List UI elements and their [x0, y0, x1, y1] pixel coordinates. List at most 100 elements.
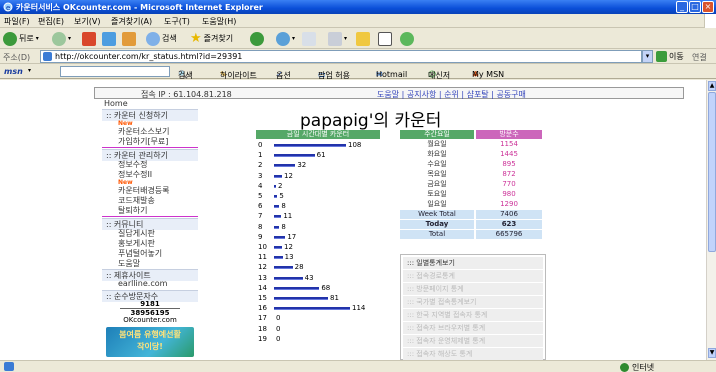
menu-favorites[interactable]: 즐겨찾기(A) [111, 16, 152, 27]
mail-button[interactable] [302, 31, 316, 46]
forward-button[interactable]: ▾ [52, 31, 71, 46]
sidebar-item-join[interactable]: 가입하기[무료] [102, 136, 198, 147]
security-zone: 인터넷 [620, 362, 654, 372]
stat-menu-pages[interactable]: ::: 방문페이지 통계 [403, 283, 543, 295]
chart-hour-label: 4 [258, 181, 263, 190]
page-title: papapig'의 카운터 [300, 111, 442, 131]
maximize-button[interactable]: □ [689, 1, 701, 13]
menu-tools[interactable]: 도구(T) [164, 16, 190, 27]
scroll-down-button[interactable]: ▼ [708, 348, 716, 358]
promo-banner[interactable]: 봄여름 유행예선활 작이당! [106, 327, 194, 357]
weekly-day-label: 목요일 [427, 170, 447, 178]
chart-hour-label: 17 [258, 314, 267, 323]
stat-menu-browser[interactable]: ::: 접속자 브라우저별 통계 [403, 322, 543, 334]
menu-bar: 파일(F) 편집(E) 보기(V) 즐겨찾기(A) 도구(T) 도움말(H) [0, 14, 716, 28]
sidebar-item-withdraw[interactable]: 탈퇴하기 [102, 205, 198, 216]
sidebar-divider [102, 216, 198, 217]
refresh-button[interactable] [102, 31, 116, 46]
star-icon: ★ [190, 31, 202, 46]
links-button[interactable]: 연결 [692, 52, 707, 63]
chart-hour-label: 0 [258, 141, 263, 149]
toolbar: 뒤로 ▾ ▾ 검색 ★ 즐겨찾기 ▾ ▾ [0, 28, 716, 49]
internet-zone-icon [620, 363, 629, 372]
menu-help[interactable]: 도움말(H) [202, 16, 236, 27]
window-titlebar[interactable]: e 카운터서비스 OKcounter.com - Microsoft Inter… [0, 0, 716, 14]
media-button[interactable] [250, 31, 264, 46]
msn-logo-dropdown[interactable]: ▾ [28, 67, 31, 74]
scroll-up-button[interactable]: ▲ [708, 81, 716, 91]
chart-hour-label: 1 [258, 151, 263, 160]
minimize-button[interactable]: _ [676, 1, 688, 13]
svg-text:e: e [6, 4, 10, 12]
sidebar-home[interactable]: Home [102, 99, 198, 108]
chart-hour-label: 3 [258, 171, 263, 180]
chart-row: 18 0 [258, 325, 388, 334]
chart-value-label: 0 [276, 324, 281, 333]
search-icon [146, 31, 160, 46]
discuss-button[interactable] [378, 31, 392, 46]
home-button[interactable] [122, 31, 136, 46]
vertical-scrollbar[interactable]: ▲ ▼ [706, 80, 716, 360]
edit-button[interactable] [356, 31, 370, 46]
sidebar-item-help[interactable]: 도움말 [102, 258, 198, 269]
chart-row: 68 [258, 202, 388, 211]
hourly-chart-header: 금일 시간대별 카운터 [256, 130, 380, 139]
chart-value-label: 28 [294, 263, 304, 272]
back-arrow-icon [3, 31, 17, 46]
menu-view[interactable]: 보기(V) [74, 16, 100, 27]
weekly-day-label: 수요일 [427, 160, 447, 168]
chart-row: 17 0 [258, 314, 388, 323]
chart-bar [274, 215, 282, 219]
favorites-button[interactable]: ★ 즐겨찾기 [190, 31, 233, 46]
stop-button[interactable] [82, 31, 96, 46]
chart-value-label: 0 [276, 334, 281, 343]
address-dropdown-button[interactable]: ▾ [642, 50, 653, 63]
print-icon [328, 31, 342, 46]
messenger-button[interactable] [400, 31, 414, 46]
chart-row: 7 11 [258, 212, 388, 221]
chart-value-label: 68 [321, 283, 331, 292]
weekly-header-visits: 방문수 [476, 130, 542, 139]
chart-hour-label: 12 [258, 263, 267, 272]
week-total-value: 7406 [476, 210, 542, 219]
address-input[interactable]: http://okcounter.com/kr_status.html?id=2… [40, 50, 642, 63]
menu-file[interactable]: 파일(F) [4, 16, 30, 27]
chart-bar [274, 144, 346, 147]
sidebar-item-earlline[interactable]: earlline.com [102, 279, 198, 288]
history-button[interactable]: ▾ [276, 31, 295, 46]
msn-search-input[interactable] [60, 66, 170, 77]
print-button[interactable]: ▾ [328, 31, 347, 46]
forward-arrow-icon [52, 31, 66, 46]
chart-bar [274, 154, 315, 158]
scroll-thumb[interactable] [708, 92, 716, 252]
go-button[interactable]: 이동 [656, 51, 684, 62]
chart-row: 11 13 [258, 253, 388, 262]
chart-bar [274, 184, 276, 188]
statistics-menu: ::: 일별통계보기 ::: 접속경로통계 ::: 방문페이지 통계 ::: 국… [400, 254, 546, 360]
stat-menu-os[interactable]: ::: 접속자 운영체제별 통계 [403, 335, 543, 347]
chart-bar [274, 164, 296, 168]
back-button[interactable]: 뒤로 ▾ [3, 31, 39, 46]
weekly-day-value: 980 [502, 190, 516, 198]
week-total-label: Week Total [400, 210, 474, 219]
menu-edit[interactable]: 편집(E) [38, 16, 64, 27]
stat-menu-region[interactable]: ::: 한국 지역별 접속자 통계 [403, 309, 543, 321]
close-button[interactable]: × [702, 1, 714, 13]
stat-menu-resolution[interactable]: ::: 접속자 해상도 통계 [403, 348, 543, 360]
page-icon [43, 52, 52, 61]
stat-menu-referrer[interactable]: ::: 접속경로통계 [403, 270, 543, 282]
msn-logo[interactable]: msn [4, 67, 23, 76]
stat-menu-daily[interactable]: ::: 일별통계보기 [403, 257, 543, 269]
visitor-count-today: 9181 [140, 300, 160, 308]
chart-hour-label: 10 [258, 243, 267, 251]
chart-row: 55 [258, 192, 388, 201]
chart-value-label: 5 [279, 192, 284, 200]
top-navigation[interactable]: 도움말 | 공지사항 | 순위 | 샵포탈 | 공동구매 [377, 89, 526, 100]
chart-value-label: 17 [287, 232, 297, 241]
weekly-day-label: 화요일 [427, 150, 447, 158]
chart-hour-label: 14 [258, 283, 267, 292]
search-button[interactable]: 검색 [146, 31, 177, 46]
page-viewport[interactable]: 접속 IP : 61.104.81.218 도움말 | 공지사항 | 순위 | … [0, 80, 706, 360]
media-icon [250, 31, 264, 46]
stat-menu-country[interactable]: ::: 국가별 접속통계보기 [403, 296, 543, 308]
